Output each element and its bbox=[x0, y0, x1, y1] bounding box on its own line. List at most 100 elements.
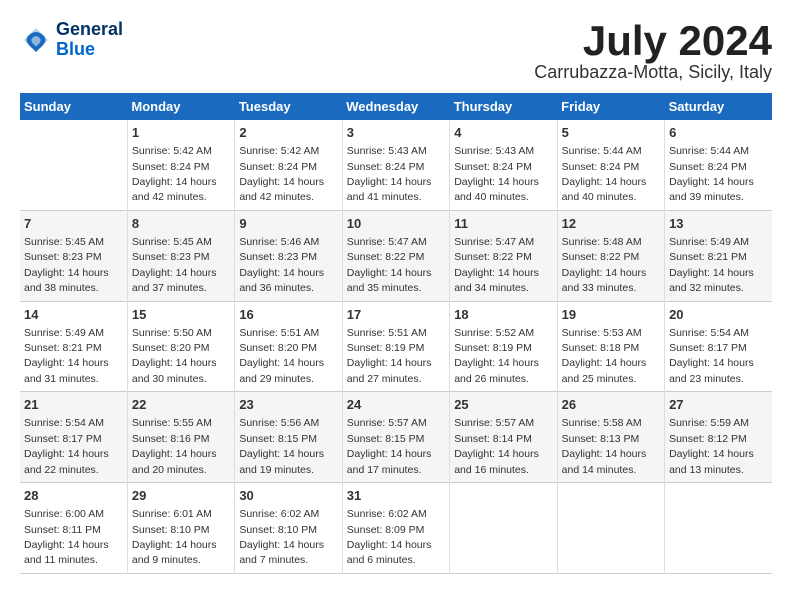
cell-daylight: Daylight: 14 hours and 22 minutes. bbox=[24, 448, 109, 475]
cell-daylight: Daylight: 14 hours and 6 minutes. bbox=[347, 539, 432, 566]
day-number: 4 bbox=[454, 124, 552, 142]
day-number: 21 bbox=[24, 396, 123, 414]
cell-week5-day4: 31 Sunrise: 6:02 AM Sunset: 8:09 PM Dayl… bbox=[342, 483, 449, 574]
day-number: 8 bbox=[132, 215, 230, 233]
cell-daylight: Daylight: 14 hours and 9 minutes. bbox=[132, 539, 217, 566]
logo: General Blue bbox=[20, 20, 123, 60]
cell-daylight: Daylight: 14 hours and 26 minutes. bbox=[454, 357, 539, 384]
cell-week3-day5: 18 Sunrise: 5:52 AM Sunset: 8:19 PM Dayl… bbox=[450, 301, 557, 392]
cell-sunrise: Sunrise: 5:57 AM bbox=[454, 417, 534, 429]
day-number: 31 bbox=[347, 487, 445, 505]
cell-sunset: Sunset: 8:10 PM bbox=[132, 524, 210, 536]
cell-sunrise: Sunrise: 5:49 AM bbox=[669, 236, 749, 248]
cell-sunset: Sunset: 8:24 PM bbox=[669, 161, 747, 173]
cell-week4-day7: 27 Sunrise: 5:59 AM Sunset: 8:12 PM Dayl… bbox=[665, 392, 772, 483]
header-sunday: Sunday bbox=[20, 93, 127, 120]
logo-icon bbox=[20, 24, 52, 56]
cell-week2-day3: 9 Sunrise: 5:46 AM Sunset: 8:23 PM Dayli… bbox=[235, 210, 342, 301]
cell-sunset: Sunset: 8:21 PM bbox=[24, 342, 102, 354]
cell-daylight: Daylight: 14 hours and 35 minutes. bbox=[347, 267, 432, 294]
day-number: 1 bbox=[132, 124, 230, 142]
location-title: Carrubazza-Motta, Sicily, Italy bbox=[534, 62, 772, 83]
day-number: 14 bbox=[24, 306, 123, 324]
cell-sunset: Sunset: 8:15 PM bbox=[347, 433, 425, 445]
header-tuesday: Tuesday bbox=[235, 93, 342, 120]
cell-week5-day5 bbox=[450, 483, 557, 574]
cell-daylight: Daylight: 14 hours and 42 minutes. bbox=[239, 176, 324, 203]
day-number: 11 bbox=[454, 215, 552, 233]
logo-text-block: General Blue bbox=[56, 20, 123, 60]
cell-sunrise: Sunrise: 5:49 AM bbox=[24, 327, 104, 339]
title-block: July 2024 Carrubazza-Motta, Sicily, Ital… bbox=[534, 20, 772, 83]
header-thursday: Thursday bbox=[450, 93, 557, 120]
cell-week2-day1: 7 Sunrise: 5:45 AM Sunset: 8:23 PM Dayli… bbox=[20, 210, 127, 301]
day-number: 15 bbox=[132, 306, 230, 324]
cell-sunrise: Sunrise: 5:50 AM bbox=[132, 327, 212, 339]
day-number: 17 bbox=[347, 306, 445, 324]
cell-sunset: Sunset: 8:22 PM bbox=[454, 251, 532, 263]
header-saturday: Saturday bbox=[665, 93, 772, 120]
week-row-3: 14 Sunrise: 5:49 AM Sunset: 8:21 PM Dayl… bbox=[20, 301, 772, 392]
cell-sunrise: Sunrise: 6:02 AM bbox=[239, 508, 319, 520]
cell-sunset: Sunset: 8:24 PM bbox=[454, 161, 532, 173]
cell-sunset: Sunset: 8:19 PM bbox=[454, 342, 532, 354]
cell-sunrise: Sunrise: 5:44 AM bbox=[562, 145, 642, 157]
cell-sunset: Sunset: 8:24 PM bbox=[347, 161, 425, 173]
cell-week3-day1: 14 Sunrise: 5:49 AM Sunset: 8:21 PM Dayl… bbox=[20, 301, 127, 392]
cell-week2-day2: 8 Sunrise: 5:45 AM Sunset: 8:23 PM Dayli… bbox=[127, 210, 234, 301]
day-number: 6 bbox=[669, 124, 768, 142]
cell-sunset: Sunset: 8:22 PM bbox=[347, 251, 425, 263]
cell-daylight: Daylight: 14 hours and 20 minutes. bbox=[132, 448, 217, 475]
cell-week2-day4: 10 Sunrise: 5:47 AM Sunset: 8:22 PM Dayl… bbox=[342, 210, 449, 301]
cell-daylight: Daylight: 14 hours and 41 minutes. bbox=[347, 176, 432, 203]
cell-sunset: Sunset: 8:17 PM bbox=[24, 433, 102, 445]
cell-sunrise: Sunrise: 5:54 AM bbox=[669, 327, 749, 339]
logo-line1: General bbox=[56, 20, 123, 40]
cell-daylight: Daylight: 14 hours and 37 minutes. bbox=[132, 267, 217, 294]
cell-sunset: Sunset: 8:14 PM bbox=[454, 433, 532, 445]
cell-sunrise: Sunrise: 5:51 AM bbox=[239, 327, 319, 339]
day-number: 13 bbox=[669, 215, 768, 233]
page-header: General Blue July 2024 Carrubazza-Motta,… bbox=[20, 20, 772, 83]
day-number: 30 bbox=[239, 487, 337, 505]
header-monday: Monday bbox=[127, 93, 234, 120]
cell-sunrise: Sunrise: 5:56 AM bbox=[239, 417, 319, 429]
cell-sunset: Sunset: 8:23 PM bbox=[239, 251, 317, 263]
cell-daylight: Daylight: 14 hours and 40 minutes. bbox=[562, 176, 647, 203]
cell-sunset: Sunset: 8:22 PM bbox=[562, 251, 640, 263]
cell-sunset: Sunset: 8:20 PM bbox=[132, 342, 210, 354]
cell-daylight: Daylight: 14 hours and 7 minutes. bbox=[239, 539, 324, 566]
cell-week5-day6 bbox=[557, 483, 664, 574]
cell-sunset: Sunset: 8:12 PM bbox=[669, 433, 747, 445]
cell-sunset: Sunset: 8:17 PM bbox=[669, 342, 747, 354]
cell-week3-day2: 15 Sunrise: 5:50 AM Sunset: 8:20 PM Dayl… bbox=[127, 301, 234, 392]
cell-sunrise: Sunrise: 5:58 AM bbox=[562, 417, 642, 429]
cell-sunset: Sunset: 8:15 PM bbox=[239, 433, 317, 445]
cell-week4-day4: 24 Sunrise: 5:57 AM Sunset: 8:15 PM Dayl… bbox=[342, 392, 449, 483]
cell-daylight: Daylight: 14 hours and 32 minutes. bbox=[669, 267, 754, 294]
day-number: 16 bbox=[239, 306, 337, 324]
day-number: 7 bbox=[24, 215, 123, 233]
day-number: 18 bbox=[454, 306, 552, 324]
cell-sunset: Sunset: 8:24 PM bbox=[239, 161, 317, 173]
cell-sunrise: Sunrise: 5:44 AM bbox=[669, 145, 749, 157]
day-number: 20 bbox=[669, 306, 768, 324]
cell-sunrise: Sunrise: 5:51 AM bbox=[347, 327, 427, 339]
cell-sunrise: Sunrise: 5:57 AM bbox=[347, 417, 427, 429]
day-number: 5 bbox=[562, 124, 660, 142]
cell-week3-day3: 16 Sunrise: 5:51 AM Sunset: 8:20 PM Dayl… bbox=[235, 301, 342, 392]
cell-daylight: Daylight: 14 hours and 40 minutes. bbox=[454, 176, 539, 203]
day-number: 25 bbox=[454, 396, 552, 414]
cell-sunrise: Sunrise: 5:45 AM bbox=[132, 236, 212, 248]
cell-daylight: Daylight: 14 hours and 27 minutes. bbox=[347, 357, 432, 384]
cell-week1-day5: 4 Sunrise: 5:43 AM Sunset: 8:24 PM Dayli… bbox=[450, 120, 557, 210]
logo-line2: Blue bbox=[56, 40, 123, 60]
cell-week5-day2: 29 Sunrise: 6:01 AM Sunset: 8:10 PM Dayl… bbox=[127, 483, 234, 574]
cell-week1-day2: 1 Sunrise: 5:42 AM Sunset: 8:24 PM Dayli… bbox=[127, 120, 234, 210]
cell-daylight: Daylight: 14 hours and 42 minutes. bbox=[132, 176, 217, 203]
cell-sunset: Sunset: 8:23 PM bbox=[132, 251, 210, 263]
day-number: 12 bbox=[562, 215, 660, 233]
cell-daylight: Daylight: 14 hours and 14 minutes. bbox=[562, 448, 647, 475]
day-number: 10 bbox=[347, 215, 445, 233]
cell-sunset: Sunset: 8:21 PM bbox=[669, 251, 747, 263]
